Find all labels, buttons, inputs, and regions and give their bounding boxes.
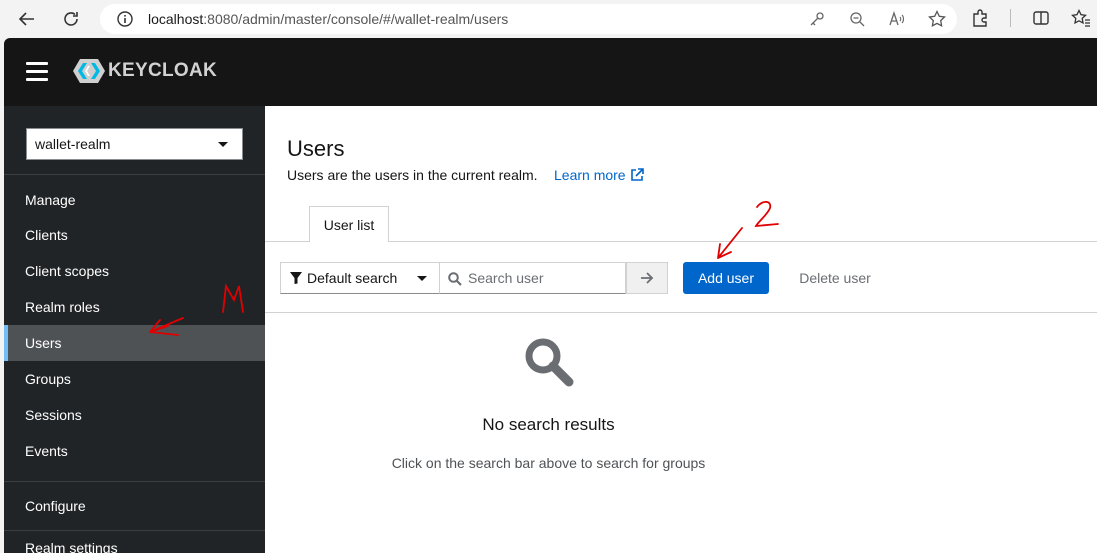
- filter-icon: [290, 272, 302, 284]
- hamburger-menu-icon[interactable]: [26, 62, 48, 82]
- url-host: localhost: [148, 11, 204, 27]
- back-arrow-icon[interactable]: [14, 6, 40, 32]
- page-description: Users are the users in the current realm…: [287, 167, 538, 183]
- read-aloud-icon[interactable]: [887, 9, 907, 29]
- sidebar: wallet-realm Manage Clients Client scope…: [4, 106, 265, 553]
- extensions-icon[interactable]: [970, 8, 990, 28]
- sidebar-item-label: Realm roles: [25, 299, 100, 315]
- key-icon[interactable]: [807, 9, 827, 29]
- tab-user-list[interactable]: User list: [309, 206, 389, 242]
- sidebar-item-client-scopes[interactable]: Client scopes: [4, 253, 265, 289]
- url-path: :8080/admin/master/console/#/wallet-real…: [203, 11, 509, 27]
- search-icon: [448, 272, 462, 286]
- nav-section-title: Manage: [25, 192, 76, 208]
- sidebar-item-groups[interactable]: Groups: [4, 361, 265, 397]
- learn-more-link[interactable]: Learn more: [554, 167, 644, 183]
- favorite-star-icon[interactable]: [927, 9, 947, 29]
- browser-toolbar: localhost:8080/admin/master/console/#/wa…: [0, 0, 1097, 38]
- toolbar-divider: [1010, 9, 1011, 27]
- site-info-icon[interactable]: [116, 10, 134, 33]
- masthead: KEYCLOAK: [4, 38, 1097, 106]
- main-content: Users Users are the users in the current…: [265, 106, 1097, 553]
- keycloak-logo[interactable]: KEYCLOAK: [72, 58, 217, 84]
- arrow-right-icon: [641, 272, 654, 284]
- logo-text: KEYCLOAK: [108, 60, 218, 81]
- url-text: localhost:8080/admin/master/console/#/wa…: [148, 11, 508, 27]
- favorites-icon[interactable]: [1071, 8, 1091, 28]
- sidebar-item-label: Groups: [25, 371, 71, 387]
- sidebar-item-label: Users: [25, 335, 62, 351]
- search-type-dropdown[interactable]: Default search: [280, 262, 440, 294]
- zoom-out-icon[interactable]: [847, 9, 867, 29]
- tab-label: User list: [323, 216, 375, 233]
- sidebar-item-label: Client scopes: [25, 263, 110, 279]
- empty-state-body: Click on the search bar above to search …: [391, 455, 706, 471]
- sidebar-item-label: Clients: [25, 227, 68, 243]
- empty-state-title: No search results: [482, 415, 615, 434]
- toolbar-divider: [265, 312, 1097, 313]
- sidebar-item-realm-settings[interactable]: Realm settings: [4, 531, 265, 553]
- sidebar-item-clients[interactable]: Clients: [4, 217, 265, 253]
- tab-active-gap: [310, 241, 388, 242]
- keycloak-app: KEYCLOAK wallet-realm Manage Clients Cli…: [4, 38, 1097, 553]
- page-title: Users: [287, 136, 345, 161]
- realm-selector[interactable]: wallet-realm: [26, 128, 243, 160]
- refresh-icon[interactable]: [58, 6, 84, 32]
- learn-more-label: Learn more: [554, 167, 626, 183]
- address-bar[interactable]: localhost:8080/admin/master/console/#/wa…: [100, 4, 957, 34]
- add-user-button[interactable]: Add user: [683, 262, 769, 294]
- keycloak-logo-icon: [73, 59, 105, 83]
- split-screen-icon[interactable]: [1031, 8, 1051, 28]
- nav-section-configure: Configure: [4, 481, 265, 531]
- search-submit-button[interactable]: [626, 262, 668, 294]
- tabs-border: [265, 241, 1097, 242]
- realm-selector-value: wallet-realm: [35, 136, 111, 152]
- sidebar-item-users[interactable]: Users: [4, 325, 265, 361]
- search-icon: [525, 338, 574, 387]
- caret-down-icon: [417, 276, 427, 281]
- search-type-value: Default search: [307, 270, 398, 286]
- search-user-input[interactable]: [468, 270, 618, 286]
- sidebar-item-realm-roles[interactable]: Realm roles: [4, 289, 265, 325]
- nav-section-title: Configure: [25, 498, 86, 514]
- sidebar-item-label: Realm settings: [25, 540, 118, 553]
- external-link-icon: [630, 168, 644, 181]
- search-field[interactable]: [440, 262, 626, 294]
- caret-down-icon: [218, 142, 228, 147]
- delete-user-button[interactable]: Delete user: [785, 262, 885, 294]
